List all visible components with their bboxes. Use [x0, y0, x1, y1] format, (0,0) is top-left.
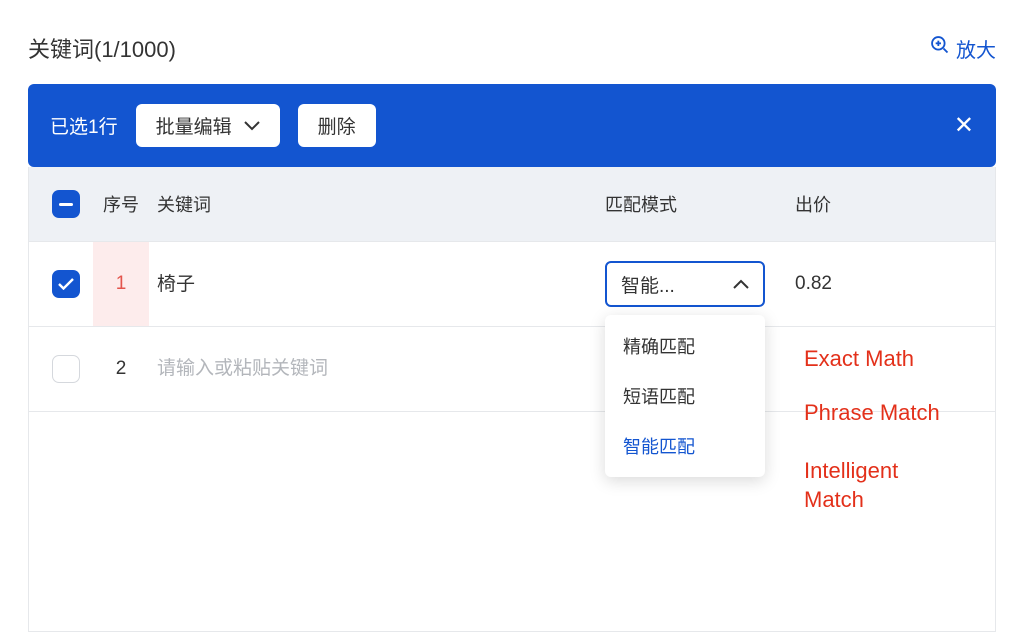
- magnify-plus-icon: [930, 35, 950, 61]
- header-row: 关键词(1/1000) 放大: [0, 0, 1024, 84]
- delete-label: 删除: [318, 112, 356, 139]
- keywords-table: 序号 关键词 匹配模式 出价 1 智能... 精确匹配 短语匹配: [28, 167, 996, 632]
- row-checkbox[interactable]: [52, 355, 80, 383]
- match-mode-select[interactable]: 智能...: [605, 261, 765, 307]
- row-bid-cell: 0.82: [795, 273, 985, 295]
- table-header: 序号 关键词 匹配模式 出价: [29, 167, 995, 241]
- column-bid: 出价: [795, 191, 985, 217]
- enlarge-button[interactable]: 放大: [930, 34, 996, 63]
- keyword-input[interactable]: [157, 358, 605, 380]
- row-checkbox[interactable]: [52, 270, 80, 298]
- row-index: 2: [93, 327, 149, 411]
- row-keyword-cell: [149, 358, 605, 380]
- keyword-input[interactable]: [157, 272, 605, 294]
- match-mode-selected-label: 智能...: [621, 271, 675, 298]
- selected-count-text: 已选1行: [50, 112, 118, 139]
- chevron-up-icon: [733, 273, 749, 295]
- row-mode-cell: 智能... 精确匹配 短语匹配 智能匹配: [605, 261, 795, 307]
- page-title: 关键词(1/1000): [28, 32, 176, 64]
- column-match-mode: 匹配模式: [605, 191, 795, 217]
- match-mode-dropdown: 精确匹配 短语匹配 智能匹配: [605, 315, 765, 477]
- match-mode-option-exact[interactable]: 精确匹配: [605, 321, 765, 371]
- row-keyword-cell: [149, 272, 605, 297]
- select-all-checkbox[interactable]: [52, 190, 80, 218]
- column-index: 序号: [93, 191, 149, 217]
- row-index: 1: [93, 242, 149, 326]
- chevron-down-icon: [244, 115, 260, 137]
- action-bar: 已选1行 批量编辑 删除 ✕: [28, 84, 996, 167]
- close-icon[interactable]: ✕: [954, 114, 974, 138]
- table-row: 2: [29, 326, 995, 411]
- column-keyword: 关键词: [149, 191, 605, 217]
- table-empty-area: [29, 411, 995, 631]
- batch-edit-label: 批量编辑: [156, 112, 232, 139]
- enlarge-label: 放大: [956, 34, 996, 63]
- match-mode-option-phrase[interactable]: 短语匹配: [605, 371, 765, 421]
- match-mode-option-intelligent[interactable]: 智能匹配: [605, 421, 765, 471]
- table-row: 1 智能... 精确匹配 短语匹配 智能匹配 0.82: [29, 241, 995, 326]
- batch-edit-button[interactable]: 批量编辑: [136, 104, 280, 147]
- row-bid-value: 0.82: [795, 273, 832, 294]
- delete-button[interactable]: 删除: [298, 104, 376, 147]
